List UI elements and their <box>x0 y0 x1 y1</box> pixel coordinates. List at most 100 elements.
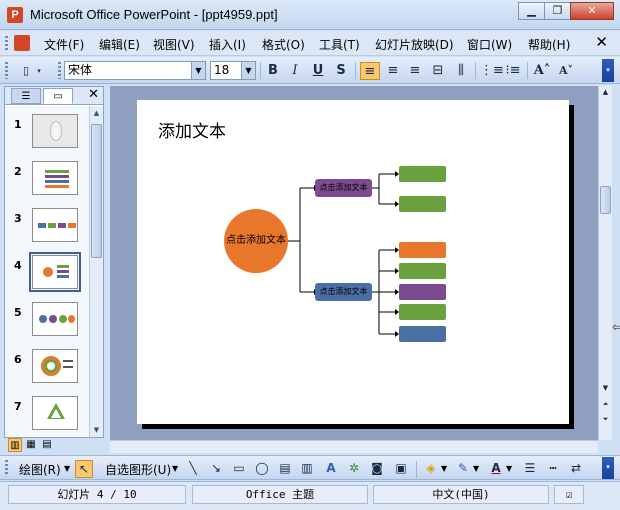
previous-slide-icon[interactable]: ⏶ <box>599 398 612 410</box>
dash-style-icon[interactable]: ┅ <box>544 460 562 478</box>
panel-close-icon[interactable]: ✕ <box>88 87 99 102</box>
font-color-icon[interactable]: A <box>487 460 505 478</box>
leaf-box-5[interactable] <box>399 284 446 300</box>
slide-thumbnail-2[interactable] <box>32 161 78 195</box>
leaf-box-1[interactable] <box>399 166 446 182</box>
chevron-down-icon[interactable]: ▼ <box>473 464 479 473</box>
leaf-box-6[interactable] <box>399 304 446 320</box>
scroll-up-icon[interactable]: ▲ <box>599 86 612 98</box>
minimize-button[interactable]: ▁ <box>518 2 545 20</box>
underline-button[interactable]: U <box>308 62 328 80</box>
slide-title[interactable]: 添加文本 <box>158 117 226 142</box>
select-cursor-icon[interactable]: ↖ <box>75 460 93 478</box>
arrow-tool-icon[interactable]: ↘ <box>207 460 225 478</box>
menu-format[interactable]: 格式(O) <box>262 36 305 53</box>
menu-grip-icon[interactable] <box>5 36 8 52</box>
chevron-down-icon[interactable]: ▼ <box>64 464 70 473</box>
toolbar-grip-icon-3[interactable] <box>5 460 8 476</box>
scroll-down-icon[interactable]: ▼ <box>90 423 103 437</box>
toolbar-grip-icon[interactable] <box>5 62 8 79</box>
leaf-box-3[interactable] <box>399 242 446 258</box>
bullet-list-icon[interactable]: ⁝≡ <box>503 62 523 80</box>
align-right-icon[interactable]: ≡ <box>405 62 425 80</box>
upper-branch-node[interactable]: 点击添加文本 <box>315 179 372 197</box>
slide-canvas[interactable]: 添加文本 点击添加文本 点击添加文本 点击添加文本 <box>137 100 569 424</box>
grow-font-button[interactable]: A˄ <box>532 62 552 80</box>
menu-edit[interactable]: 编辑(E) <box>99 36 140 53</box>
next-slide-icon[interactable]: ⏷ <box>599 413 612 425</box>
line-tool-icon[interactable]: ╲ <box>184 460 202 478</box>
slide-thumbnail-3[interactable] <box>32 208 78 242</box>
leaf-box-7[interactable] <box>399 326 446 342</box>
chevron-down-icon[interactable]: ▼ <box>241 62 255 79</box>
text-box-icon[interactable]: ▤ <box>276 460 294 478</box>
slide-thumbnail-1[interactable] <box>32 114 78 148</box>
vertical-text-box-icon[interactable]: ▥ <box>298 460 316 478</box>
tab-outline-icon[interactable]: ☰ <box>11 88 41 104</box>
menu-slideshow[interactable]: 幻灯片放映(D) <box>375 36 454 53</box>
scroll-down-icon[interactable]: ▼ <box>599 382 612 394</box>
menu-file[interactable]: 文件(F) <box>44 36 84 53</box>
arrow-style-icon[interactable]: ⇄ <box>567 460 585 478</box>
close-button[interactable]: ✕ <box>570 2 614 20</box>
toolbar-overflow-icon[interactable]: ▾ <box>602 457 614 479</box>
new-dropdown-icon[interactable]: ▾ <box>34 62 44 80</box>
align-left-icon[interactable]: ≡ <box>360 62 380 80</box>
autoshapes-menu-button[interactable]: 自选图形(U) <box>105 461 171 478</box>
vertical-text-icon[interactable]: ⫼ <box>451 62 471 80</box>
slide-thumbnail-4[interactable] <box>29 252 81 292</box>
center-topic-circle[interactable]: 点击添加文本 <box>224 209 288 273</box>
spelling-status-icon[interactable]: ☑ <box>554 485 584 504</box>
slide-thumbnail-7[interactable] <box>32 396 78 430</box>
font-name-select[interactable]: 宋体 ▼ <box>64 61 206 80</box>
chevron-down-icon[interactable]: ▼ <box>191 62 205 79</box>
italic-button[interactable]: I <box>285 62 305 80</box>
chevron-down-icon[interactable]: ▼ <box>172 464 178 473</box>
editor-horizontal-scrollbar[interactable] <box>110 440 598 453</box>
maximize-button[interactable]: ❐ <box>544 2 571 20</box>
shadow-button[interactable]: S <box>331 62 351 80</box>
editor-vertical-scrollbar[interactable]: ▲ ▼ ⏶ ⏷ <box>598 86 612 440</box>
diagram-icon[interactable]: ✲ <box>345 460 363 478</box>
bold-button[interactable]: B <box>263 62 283 80</box>
menu-tools[interactable]: 工具(T) <box>319 36 360 53</box>
lower-branch-node[interactable]: 点击添加文本 <box>315 283 372 301</box>
line-style-icon[interactable]: ☰ <box>521 460 539 478</box>
scroll-thumb[interactable] <box>600 186 611 214</box>
toolbar-grip-icon-2[interactable] <box>58 62 61 79</box>
oval-tool-icon[interactable]: ◯ <box>253 460 271 478</box>
slide-sorter-view-icon[interactable]: ▦ <box>24 438 38 452</box>
clip-art-icon[interactable]: ◙ <box>368 460 386 478</box>
new-document-icon[interactable]: ▯ <box>16 62 36 80</box>
chevron-down-icon[interactable]: ▼ <box>441 464 447 473</box>
numbered-list-icon[interactable]: ⋮≡ <box>480 62 504 80</box>
document-icon[interactable] <box>14 35 30 51</box>
scroll-thumb[interactable] <box>91 124 102 258</box>
slides-panel-scrollbar[interactable]: ▲ ▼ <box>89 106 103 437</box>
normal-view-icon[interactable]: ▥ <box>8 438 22 452</box>
scroll-up-icon[interactable]: ▲ <box>90 106 103 120</box>
slideshow-view-icon[interactable]: ▤ <box>40 438 54 452</box>
toolbar-overflow-icon[interactable]: ▾ <box>602 59 614 82</box>
menu-window[interactable]: 窗口(W) <box>467 36 512 53</box>
panel-resize-icon[interactable]: ⇦ <box>612 320 620 334</box>
slide-thumbnail-5[interactable] <box>32 302 78 336</box>
font-size-select[interactable]: 18 ▼ <box>210 61 256 80</box>
menu-view[interactable]: 视图(V) <box>153 36 195 53</box>
menu-insert[interactable]: 插入(I) <box>209 36 246 53</box>
align-center-icon[interactable]: ≡ <box>383 62 403 80</box>
leaf-box-2[interactable] <box>399 196 446 212</box>
leaf-box-4[interactable] <box>399 263 446 279</box>
line-color-icon[interactable]: ✎ <box>454 460 472 478</box>
slide-editing-area[interactable]: 添加文本 点击添加文本 点击添加文本 点击添加文本 <box>110 86 598 440</box>
slide-thumbnail-6[interactable] <box>32 349 78 383</box>
document-close-icon[interactable]: ✕ <box>595 33 608 51</box>
chevron-down-icon[interactable]: ▼ <box>506 464 512 473</box>
shrink-font-button[interactable]: A˅ <box>556 62 576 80</box>
draw-menu-button[interactable]: 绘图(R) <box>19 461 61 478</box>
distribute-icon[interactable]: ⊟ <box>428 62 448 80</box>
menu-help[interactable]: 帮助(H) <box>528 36 570 53</box>
fill-color-icon[interactable]: ◈ <box>422 460 440 478</box>
wordart-icon[interactable]: A <box>322 460 340 478</box>
tab-slides-icon[interactable]: ▭ <box>43 88 73 104</box>
